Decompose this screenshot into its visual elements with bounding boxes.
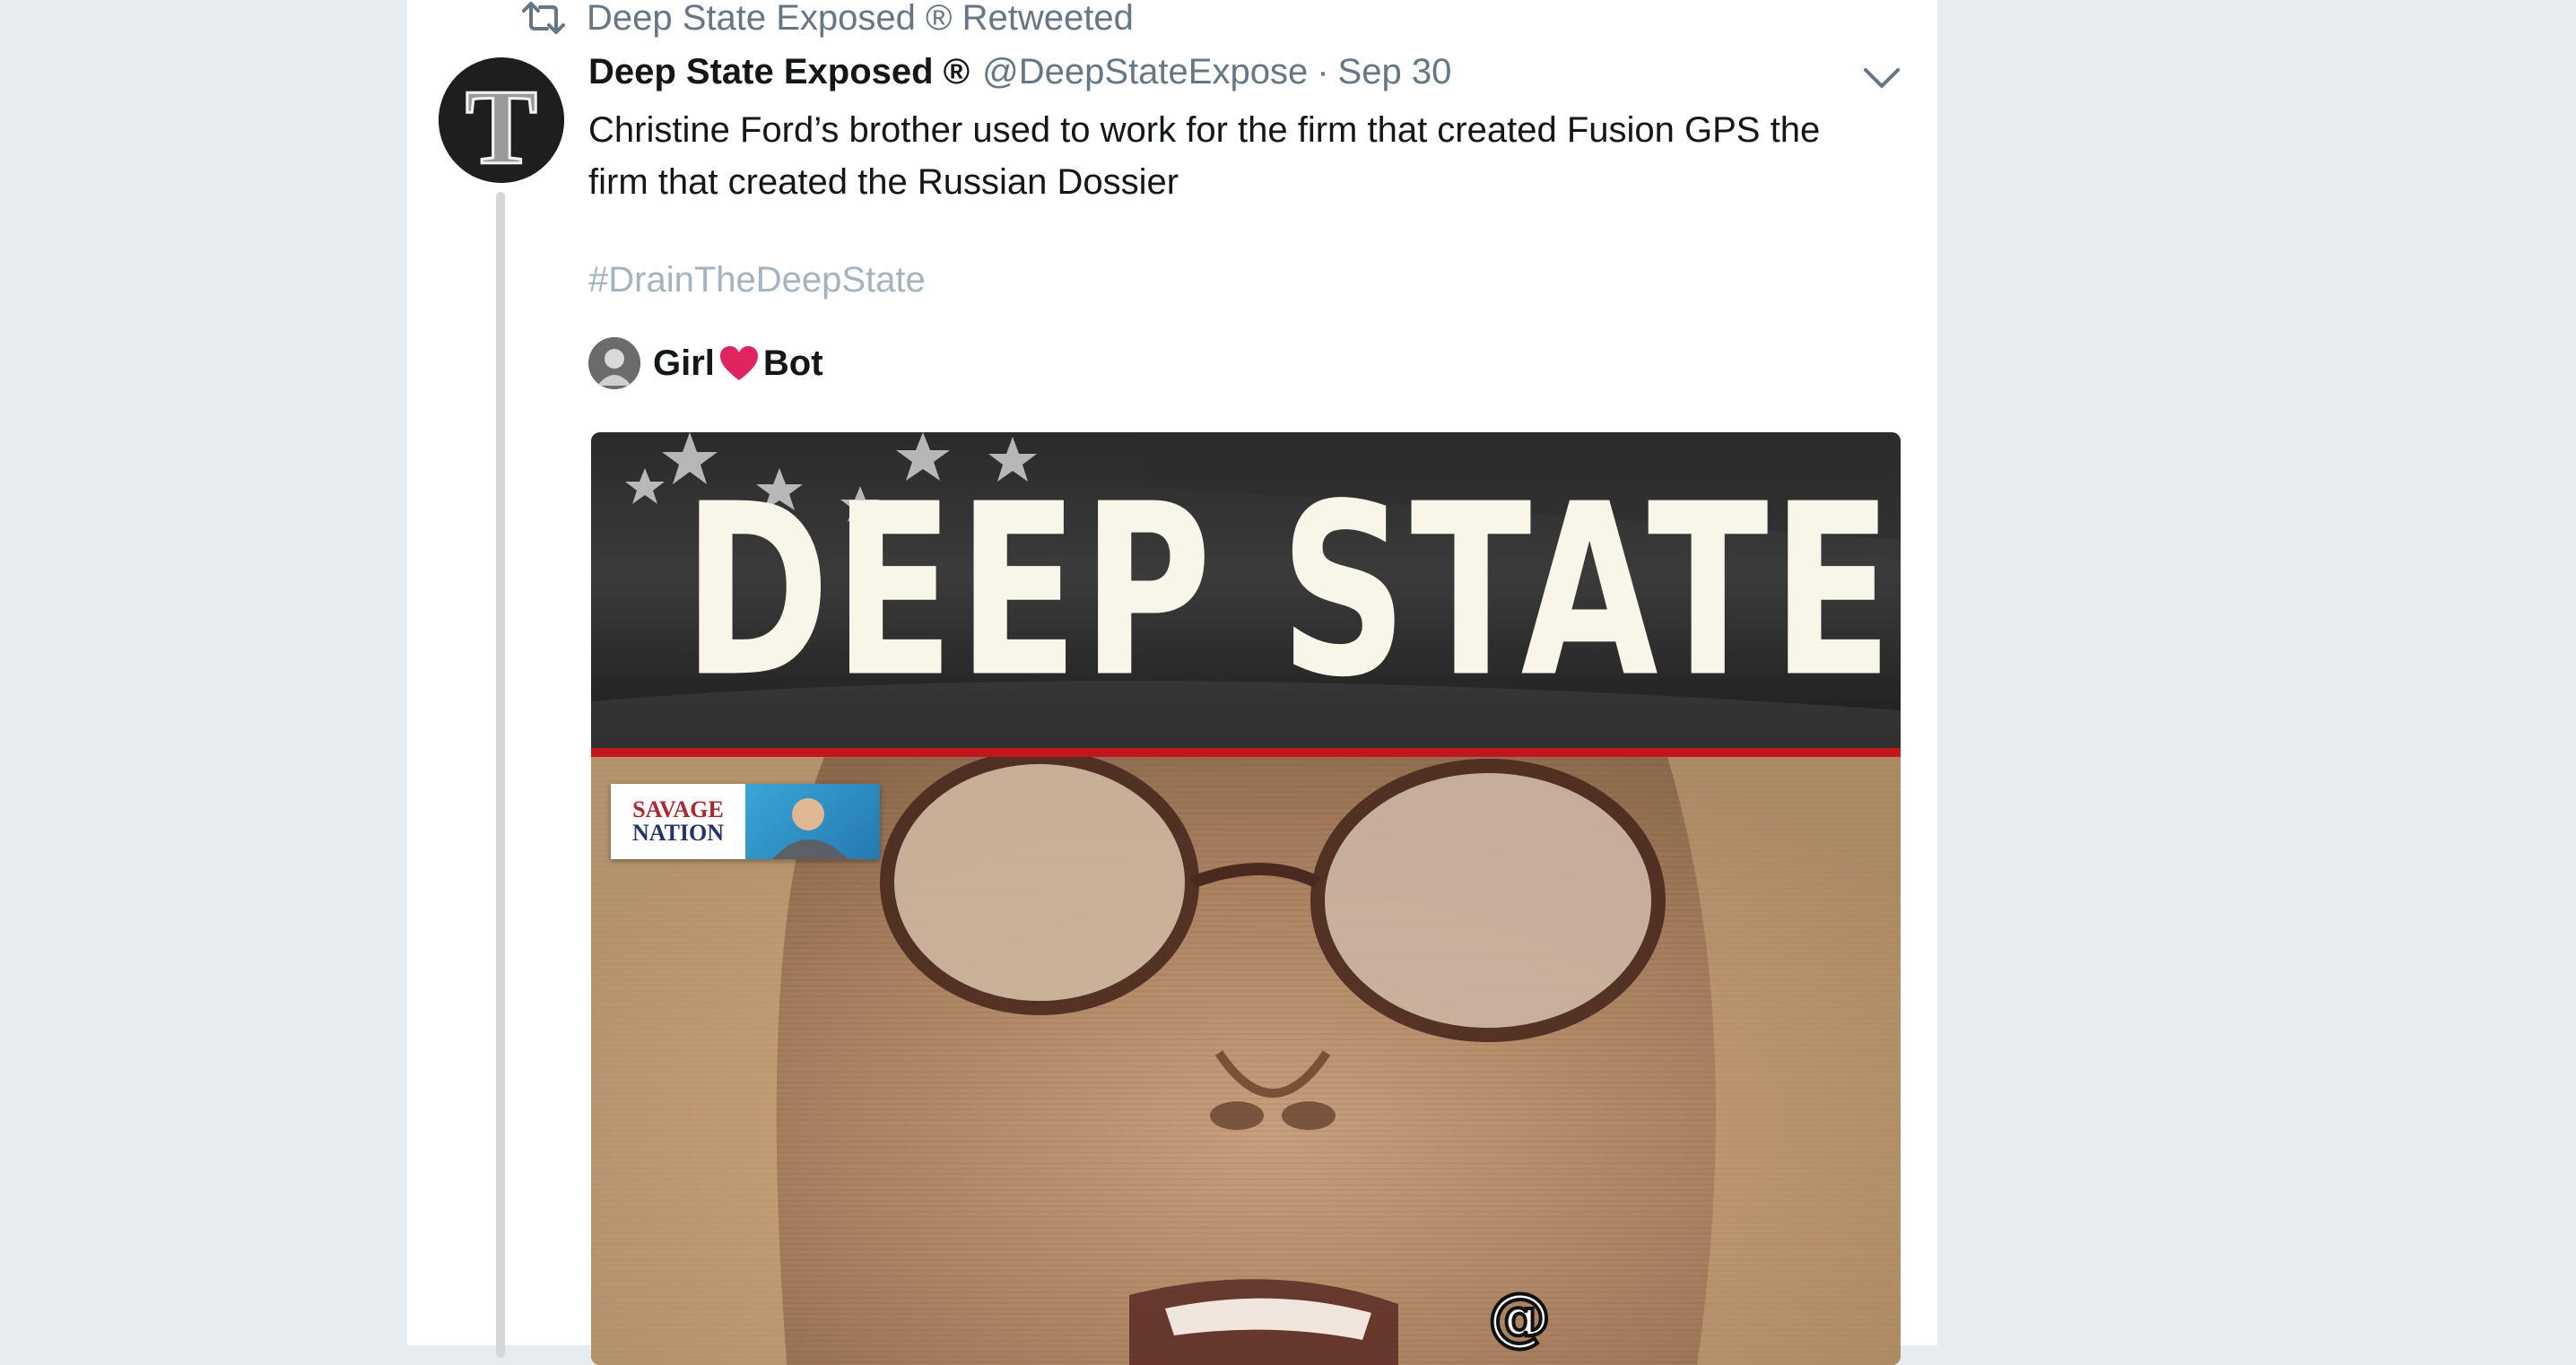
header-separator: · [1317,52,1329,91]
media-photo: SAVAGE NATION [591,757,1901,1365]
quoted-author-name-left: Girl [653,343,715,383]
media-red-bar [591,748,1901,757]
avatar-image: T [439,57,564,183]
avatar[interactable]: T [439,57,564,183]
avatar-letter: T [466,67,537,183]
tweet-header: Deep State Exposed ® @DeepStateExpose · … [588,52,1451,106]
heart-icon [719,346,758,380]
quoted-author-avatar [588,337,640,389]
media-banner: DEEP STATE [591,432,1901,748]
thread-line [496,192,505,1358]
tweet-timestamp[interactable]: Sep 30 [1338,52,1452,92]
hashtag-link[interactable]: #DrainTheDeepState [588,260,926,300]
savage-nation-logo: SAVAGE NATION [611,784,880,859]
quoted-author-name-right: Bot [762,343,823,383]
chevron-down-icon[interactable] [1862,65,1902,91]
retweet-icon [522,2,565,34]
timeline-column: Deep State Exposed ® Retweeted T Deep St… [407,0,1937,1365]
quoted-author[interactable]: Girl Bot [588,335,823,391]
retweet-context-label: Deep State Exposed ® Retweeted [587,0,1134,38]
media-watermark: @ [1486,1278,1553,1355]
logo-line-2: NATION [631,820,725,846]
author-handle[interactable]: @DeepStateExpose [982,52,1308,92]
media-headline: DEEP STATE [683,454,1896,730]
author-fullname[interactable]: Deep State Exposed ® [588,52,970,92]
media-video-thumbnail[interactable]: DEEP STATE SAVAGE NATION @ [591,432,1901,1365]
tweet-text: Christine Ford’s brother used to work fo… [588,110,1821,202]
logo-line-1: SAVAGE [632,796,724,822]
logo-photo [745,784,880,859]
retweet-context[interactable]: Deep State Exposed ® Retweeted [522,0,1134,43]
